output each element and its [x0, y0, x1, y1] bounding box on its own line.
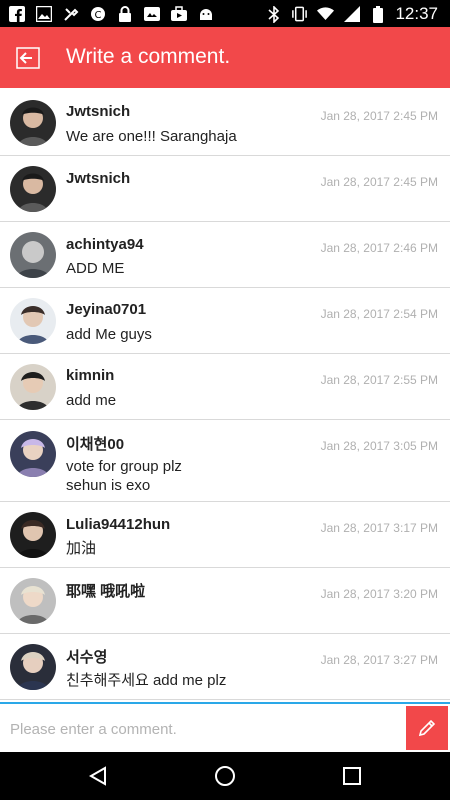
facebook-icon: [8, 5, 25, 22]
wifi-icon: [317, 6, 335, 23]
nav-back-icon: [88, 766, 106, 786]
copyright-icon: C: [89, 5, 106, 22]
comment-text: add me: [66, 392, 117, 409]
comment-text: vote for group plz: [66, 458, 182, 475]
nav-home-icon: [215, 766, 235, 786]
comment-date: Jan 28, 2017 3:20 PM: [320, 587, 438, 601]
comment-username: Jeyina0701: [66, 301, 147, 318]
back-arrow-icon: [16, 47, 40, 69]
comment-username: kimnin: [66, 367, 115, 384]
bluetooth-icon: [265, 5, 282, 23]
back-button[interactable]: [14, 45, 42, 71]
page-title: Write a comment.: [66, 45, 231, 68]
app-header: Write a comment.: [0, 27, 450, 88]
nav-back-button[interactable]: [86, 764, 110, 788]
avatar[interactable]: [10, 431, 56, 477]
tools-icon: [62, 5, 79, 22]
comment-input-bar: [0, 702, 450, 752]
avatar[interactable]: [10, 644, 56, 690]
comment-text: We are one!!! Saranghaja: [66, 128, 237, 145]
comment-date: Jan 28, 2017 3:17 PM: [320, 521, 438, 535]
comment-username: Jwtsnich: [66, 170, 131, 187]
comment-screen: C 12:37 Write a comment. Jwtsnich Jan 28…: [0, 0, 450, 800]
comment-date: Jan 28, 2017 2:54 PM: [320, 307, 438, 321]
status-bar: C 12:37: [0, 0, 450, 27]
comment-item[interactable]: kimnin Jan 28, 2017 2:55 PM add me: [0, 354, 450, 420]
avatar[interactable]: [10, 232, 56, 278]
avatar[interactable]: [10, 578, 56, 624]
comment-username: 서수영: [66, 649, 108, 666]
vibrate-icon: [291, 6, 308, 23]
briefcase-icon: [170, 5, 187, 22]
comment-item[interactable]: Jwtsnich Jan 28, 2017 2:45 PM: [0, 156, 450, 222]
comment-text-line2: sehun is exo: [66, 477, 151, 494]
comment-date: Jan 28, 2017 2:55 PM: [320, 373, 438, 387]
comment-username: achintya94: [66, 236, 144, 253]
signal-icon: [343, 6, 360, 23]
avatar[interactable]: [10, 364, 56, 410]
comment-item[interactable]: 耶嘿 哦吼啦 Jan 28, 2017 3:20 PM: [0, 568, 450, 634]
comment-date: Jan 28, 2017 2:46 PM: [320, 241, 438, 255]
comment-username: Jwtsnich: [66, 103, 131, 120]
comment-date: Jan 28, 2017 2:45 PM: [320, 109, 438, 123]
android-icon: [197, 5, 214, 22]
nav-recents-icon: [343, 767, 361, 785]
avatar[interactable]: [10, 100, 56, 146]
comment-text: 친추해주세요 add me plz: [66, 672, 227, 689]
svg-text:C: C: [94, 10, 101, 21]
nav-recents-button[interactable]: [340, 764, 364, 788]
pencil-icon: [418, 719, 436, 737]
image-icon: [35, 5, 52, 22]
avatar[interactable]: [10, 512, 56, 558]
nav-home-button[interactable]: [213, 764, 237, 788]
comment-date: Jan 28, 2017 3:27 PM: [320, 653, 438, 667]
lock-icon: [116, 5, 133, 22]
send-comment-button[interactable]: [406, 706, 448, 750]
avatar[interactable]: [10, 166, 56, 212]
status-time: 12:37: [395, 4, 438, 23]
comment-item[interactable]: 이채현00 Jan 28, 2017 3:05 PM vote for grou…: [0, 420, 450, 502]
news-icon: [143, 5, 160, 22]
comment-item[interactable]: Jwtsnich Jan 28, 2017 2:45 PM We are one…: [0, 90, 450, 156]
comment-input[interactable]: [4, 708, 404, 750]
comment-text: ADD ME: [66, 260, 125, 277]
battery-icon: [369, 5, 386, 23]
comment-username: Lulia94412hun: [66, 516, 171, 533]
comment-item[interactable]: achintya94 Jan 28, 2017 2:46 PM ADD ME: [0, 222, 450, 288]
comment-text: 加油: [66, 540, 97, 557]
comment-item[interactable]: Jeyina0701 Jan 28, 2017 2:54 PM add Me g…: [0, 288, 450, 354]
comment-date: Jan 28, 2017 2:45 PM: [320, 175, 438, 189]
comment-text: add Me guys: [66, 326, 152, 343]
system-nav-bar: [0, 752, 450, 800]
comment-date: Jan 28, 2017 3:05 PM: [320, 439, 438, 453]
comment-item[interactable]: Lulia94412hun Jan 28, 2017 3:17 PM 加油: [0, 502, 450, 568]
avatar[interactable]: [10, 298, 56, 344]
comment-username: 耶嘿 哦吼啦: [66, 583, 146, 600]
comment-list[interactable]: Jwtsnich Jan 28, 2017 2:45 PM We are one…: [0, 90, 450, 702]
comment-item[interactable]: 서수영 Jan 28, 2017 3:27 PM 친추해주세요 add me p…: [0, 634, 450, 700]
comment-username: 이채현00: [66, 436, 125, 453]
